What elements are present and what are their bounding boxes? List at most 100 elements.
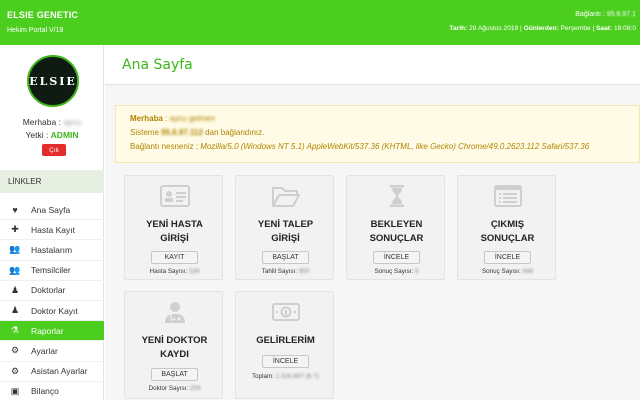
baslat-button[interactable]: BAŞLAT	[151, 368, 198, 381]
sidebar-item-label: Doktorlar	[31, 285, 66, 296]
card-title: BEKLEYEN SONUÇLAR	[347, 218, 446, 246]
card-new-request: YENİ TALEP GİRİŞİ BAŞLAT Tahlil Sayısı: 9…	[235, 175, 334, 280]
card-footer-value: 539	[188, 268, 200, 275]
user-name: aycu	[63, 117, 82, 127]
doctor-icon: ♟	[10, 305, 20, 316]
sidebar-item-asistan-ayarlar[interactable]: ⚙ Asistan Ayarlar	[0, 362, 104, 382]
incele-button[interactable]: İNCELE	[373, 251, 420, 264]
date-time-bar: Tarih: 29 Ağustos 2019 | Günlerden: Perş…	[449, 25, 636, 32]
plus-square-icon: ✚	[11, 224, 19, 235]
sidebar-item-label: Temsilciler	[31, 265, 71, 276]
card-footer: Sonuç Sayısı: 8	[347, 268, 446, 275]
sidebar-item-label: Asistan Ayarlar	[31, 366, 88, 377]
info-greeting-line: Merhaba : aycu gelmen	[130, 112, 625, 126]
card-title: YENİ HASTA GİRİŞİ	[125, 218, 224, 246]
info-user-name: aycu gelmen	[169, 114, 215, 123]
card-completed-results: ÇIKMIŞ SONUÇLAR İNCELE Sonuç Sayısı: 948	[457, 175, 556, 280]
sidebar-item-doktorlar[interactable]: ♟ Doktorlar	[0, 281, 104, 301]
sidebar-item-ana-sayfa[interactable]: ♥ Ana Sayfa	[0, 200, 104, 221]
heart-icon: ♥	[12, 204, 18, 215]
role-label: Yetki :	[25, 130, 51, 140]
greeting-label: Merhaba :	[22, 117, 64, 127]
incele-button[interactable]: İNCELE	[262, 355, 309, 368]
hourglass-icon	[347, 184, 446, 210]
sidebar-item-bilanco[interactable]: ▣ Bilanço	[0, 382, 104, 400]
card-title-line1: ÇIKMIŞ	[490, 219, 525, 230]
time-value: 18:08:0	[612, 25, 636, 32]
card-footer-value: 950	[298, 268, 310, 275]
card-title: GELİRLERİM	[236, 334, 335, 348]
logo-text: ELSIE	[29, 74, 77, 88]
card-new-patient: YENİ HASTA GİRİŞİ KAYIT Hasta Sayısı: 539	[124, 175, 223, 280]
user-role: Yetki : ADMIN	[0, 130, 104, 140]
info-ip-line: Sisteme 95.6.97.112 dan bağlandınız.	[130, 126, 625, 140]
sidebar-item-label: Bilanço	[31, 386, 59, 397]
info-user-agent: Mozilla/5.0 (Windows NT 5.1) AppleWebKit…	[200, 142, 590, 151]
card-footer-label: Toplam:	[251, 373, 276, 380]
info-agent-line: Bağlantı nesneniz ; Mozilla/5.0 (Windows…	[130, 140, 625, 154]
connection-label: Bağlantı :	[575, 11, 607, 18]
list-window-icon	[458, 184, 557, 210]
card-footer-value: 209	[189, 385, 201, 392]
card-footer-label: Sonuç Sayısı:	[481, 268, 523, 275]
user-greeting: Merhaba : aycu	[0, 117, 104, 127]
folder-open-icon	[236, 184, 335, 210]
card-footer: Toplam: 1.326.897 (₺ ?)	[236, 373, 335, 380]
elsie-logo: ELSIE	[27, 55, 79, 107]
users-icon: 👥	[9, 264, 21, 275]
info-greeting-label: Merhaba	[130, 114, 163, 123]
card-title: ÇIKMIŞ SONUÇLAR	[458, 218, 557, 246]
card-title-line2: SONUÇLAR	[369, 233, 424, 244]
card-footer-label: Hasta Sayısı:	[149, 268, 189, 275]
card-title-line1: YENİ HASTA	[146, 219, 203, 230]
brand-name[interactable]: ELSIE GENETIC	[7, 10, 78, 20]
info-ip-prefix: Sisteme	[130, 128, 162, 137]
incele-button[interactable]: İNCELE	[484, 251, 531, 264]
sidebar-item-hastalarim[interactable]: 👥 Hastalarım	[0, 240, 104, 261]
users-icon: 👥	[9, 244, 21, 255]
money-bill-icon	[236, 300, 335, 326]
card-title: YENİ TALEP GİRİŞİ	[236, 218, 335, 246]
sidebar-item-raporlar[interactable]: ⚗ Raporlar	[0, 321, 104, 342]
card-title-line1: YENİ DOKTOR	[141, 335, 208, 346]
user-doctor-icon	[125, 300, 224, 326]
portal-version: Hekim Portal V/18	[7, 27, 64, 34]
card-title-line2: KAYDI	[160, 349, 189, 360]
sidebar-item-label: Ana Sayfa	[31, 204, 71, 215]
card-footer-label: Doktor Sayısı:	[148, 385, 190, 392]
card-footer: Hasta Sayısı: 539	[125, 268, 224, 275]
sidebar-item-label: Hastalarım	[31, 244, 73, 255]
card-pending-results: BEKLEYEN SONUÇLAR İNCELE Sonuç Sayısı: 8	[346, 175, 445, 280]
kayit-button[interactable]: KAYIT	[151, 251, 198, 264]
sidebar-item-hasta-kayit[interactable]: ✚ Hasta Kayıt	[0, 220, 104, 241]
card-new-doctor: YENİ DOKTOR KAYDI BAŞLAT Doktor Sayısı: 2…	[124, 291, 223, 399]
sidebar-item-doktor-kayit[interactable]: ♟ Doktor Kayıt	[0, 301, 104, 322]
connection-info-box: Merhaba : aycu gelmen Sisteme 95.6.97.11…	[115, 105, 640, 163]
money-icon: ▣	[10, 385, 20, 396]
card-footer: Doktor Sayısı: 209	[125, 385, 224, 392]
info-ip: 95.6.97.112	[161, 128, 203, 137]
sidebar-item-label: Hasta Kayıt	[31, 224, 75, 235]
card-footer-value: 948	[522, 268, 534, 275]
connection-info: Bağlantı : 95.6.97.1	[575, 11, 636, 18]
card-title-line1: YENİ TALEP	[257, 219, 314, 230]
sidebar-nav: ♥ Ana Sayfa ✚ Hasta Kayıt 👥 Hastalarım 👥 Tem…	[0, 200, 104, 400]
card-title-line2: SONUÇLAR	[480, 233, 535, 244]
connection-ip: 95.6.97.1	[606, 11, 636, 18]
card-title-line2: GİRİŞİ	[160, 233, 189, 244]
date-value: 29 Ağustos 2019 |	[467, 25, 524, 32]
sidebar-item-temsilciler[interactable]: 👥 Temsilciler	[0, 261, 104, 281]
logout-button[interactable]: Çık	[42, 144, 66, 156]
card-title-line2: GİRİŞİ	[271, 233, 300, 244]
card-footer-value: 1.326.897 (₺ ?)	[275, 373, 320, 380]
weekday-label: Günlerden:	[523, 25, 559, 32]
info-agent-prefix: Bağlantı nesneniz ;	[130, 142, 201, 151]
baslat-button[interactable]: BAŞLAT	[262, 251, 309, 264]
sidebar-item-ayarlar[interactable]: ⚙ Ayarlar	[0, 341, 104, 362]
card-earnings: GELİRLERİM İNCELE Toplam: 1.326.897 (₺ ?…	[235, 291, 334, 399]
info-greeting-sep: :	[162, 114, 170, 123]
flask-icon: ⚗	[10, 325, 20, 336]
card-footer: Tahlil Sayısı: 950	[236, 268, 335, 275]
role-value: ADMIN	[50, 130, 79, 140]
doctor-icon: ♟	[10, 284, 20, 295]
